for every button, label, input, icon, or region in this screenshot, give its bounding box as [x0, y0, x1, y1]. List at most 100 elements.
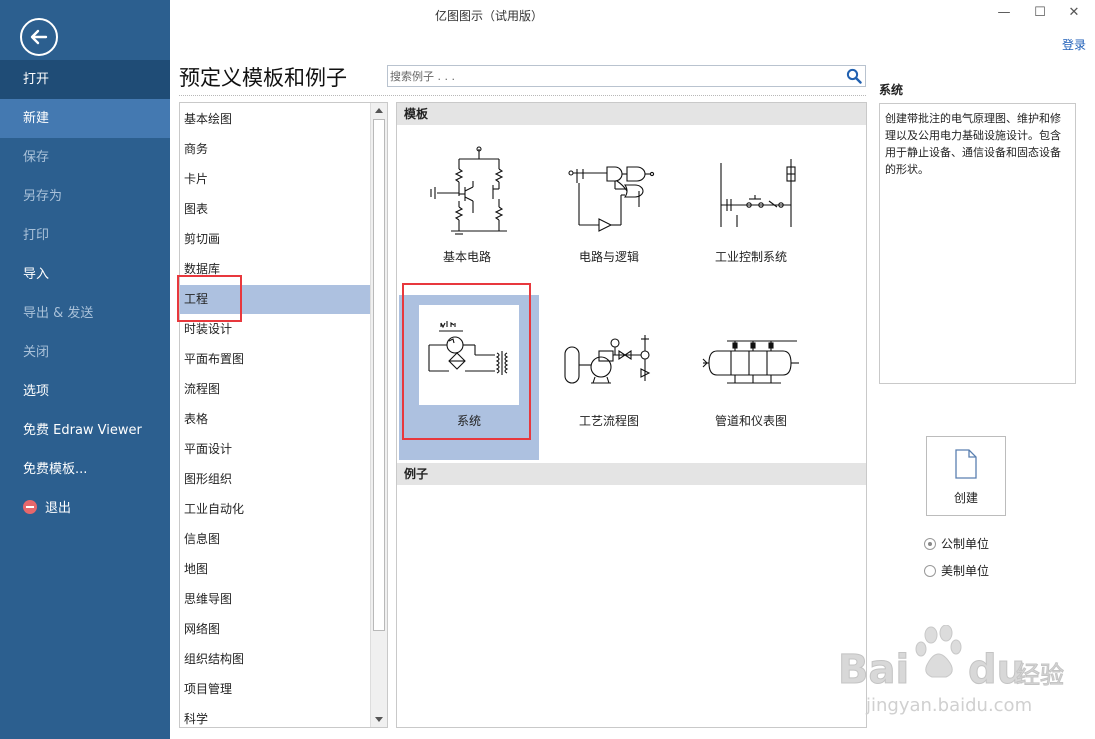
category-scrollbar[interactable] — [370, 103, 387, 727]
menu-free-templates[interactable]: 免费模板... — [0, 450, 170, 489]
menu-save-label: 保存 — [23, 150, 50, 165]
arrow-left-circle-icon — [30, 29, 48, 45]
close-window-button[interactable]: ✕ — [1059, 2, 1089, 24]
window-title: 亿图图示（试用版） — [435, 9, 544, 23]
scroll-thumb[interactable] — [373, 119, 385, 631]
template-circuit-logic[interactable]: 电路与逻辑 — [539, 131, 679, 296]
menu-save-as[interactable]: 另存为 — [0, 177, 170, 216]
template-piping-instrument[interactable]: 管道和仪表图 — [681, 295, 821, 460]
category-item[interactable]: 组织结构图 — [180, 645, 370, 674]
menu-print[interactable]: 打印 — [0, 216, 170, 255]
search-button[interactable] — [846, 68, 862, 84]
circuit-logic-thumbnail — [559, 141, 659, 241]
category-item[interactable]: 表格 — [180, 405, 370, 434]
template-industrial-control[interactable]: 工业控制系统 — [681, 131, 821, 296]
template-label: 基本电路 — [442, 250, 491, 264]
category-item[interactable]: 图形组织 — [180, 465, 370, 494]
search-box — [387, 65, 866, 87]
template-label: 工艺流程图 — [578, 414, 639, 428]
unit-us-label: 美制单位 — [941, 564, 990, 578]
category-item[interactable]: 工业自动化 — [180, 495, 370, 524]
menu-exit-label: 退出 — [45, 501, 72, 516]
description-box: 创建带批注的电气原理图、维护和修理以及公用电力基础设施设计。包含用于静止设备、通… — [879, 103, 1076, 384]
category-item-engineering[interactable]: 工程 — [180, 285, 370, 314]
menu-open-label: 打开 — [23, 72, 50, 87]
category-item[interactable]: 商务 — [180, 135, 370, 164]
backstage-sidebar: 打开 新建 保存 另存为 打印 导入 导出 & 发送 关闭 选项 免费 Edra… — [0, 0, 170, 739]
radio-icon[interactable] — [924, 538, 936, 550]
create-label: 创建 — [953, 491, 978, 505]
menu-open[interactable]: 打开 — [0, 60, 170, 99]
menu-exit[interactable]: 退出 — [0, 489, 170, 528]
category-item[interactable]: 卡片 — [180, 165, 370, 194]
menu-import-label: 导入 — [23, 267, 50, 282]
category-item[interactable]: 网络图 — [180, 615, 370, 644]
process-flow-thumbnail — [559, 305, 659, 405]
minimize-button[interactable]: — — [989, 2, 1019, 24]
watermark-service: 经验 — [1016, 661, 1064, 689]
menu-free-templates-label: 免费模板... — [23, 462, 88, 477]
maximize-button[interactable]: ☐ — [1025, 2, 1055, 24]
magnifier-icon — [846, 68, 862, 84]
piping-instrument-thumbnail — [701, 305, 801, 405]
menu-new-label: 新建 — [23, 111, 50, 126]
exit-icon — [23, 500, 37, 514]
category-item[interactable]: 平面布置图 — [180, 345, 370, 374]
industrial-control-thumbnail — [701, 141, 801, 241]
menu-save[interactable]: 保存 — [0, 138, 170, 177]
category-item[interactable]: 信息图 — [180, 525, 370, 554]
radio-icon[interactable] — [924, 565, 936, 577]
watermark-brand: Bai — [838, 647, 909, 693]
template-panel: 模板 基本电路 电路与逻辑 工业控制系统 系统 工艺流程图 管道和仪表图 例子 — [396, 102, 867, 728]
scroll-down-icon[interactable] — [373, 713, 385, 725]
category-item[interactable]: 科学 — [180, 705, 370, 734]
category-list: 基本绘图 商务 卡片 图表 剪切画 数据库 工程 时装设计 平面布置图 流程图 … — [179, 102, 388, 728]
category-item[interactable]: 思维导图 — [180, 585, 370, 614]
back-button[interactable] — [20, 18, 58, 56]
unit-metric[interactable]: 公制单位 — [924, 535, 989, 553]
template-process-flow[interactable]: 工艺流程图 — [539, 295, 679, 460]
template-label: 工业控制系统 — [714, 250, 787, 264]
category-item[interactable]: 地图 — [180, 555, 370, 584]
system-thumbnail — [419, 305, 519, 405]
menu-print-label: 打印 — [23, 228, 50, 243]
menu-options[interactable]: 选项 — [0, 372, 170, 411]
menu-free-viewer[interactable]: 免费 Edraw Viewer — [0, 411, 170, 450]
category-item[interactable]: 流程图 — [180, 375, 370, 404]
template-label: 系统 — [456, 414, 481, 428]
menu-options-label: 选项 — [23, 384, 50, 399]
menu-free-viewer-label: 免费 Edraw Viewer — [23, 423, 142, 438]
search-input[interactable] — [390, 67, 840, 85]
create-button[interactable]: 创建 — [926, 436, 1006, 516]
category-item[interactable]: 平面设计 — [180, 435, 370, 464]
category-item[interactable]: 图表 — [180, 195, 370, 224]
template-system[interactable]: 系统 — [399, 295, 539, 460]
menu-import[interactable]: 导入 — [0, 255, 170, 294]
template-label: 管道和仪表图 — [714, 414, 787, 428]
unit-us[interactable]: 美制单位 — [924, 562, 989, 580]
scroll-up-icon[interactable] — [373, 105, 385, 117]
category-item[interactable]: 时装设计 — [180, 315, 370, 344]
category-item[interactable]: 基本绘图 — [180, 105, 370, 134]
menu-save-as-label: 另存为 — [23, 189, 63, 204]
details-title: 系统 — [879, 83, 904, 97]
category-item[interactable]: 剪切画 — [180, 225, 370, 254]
unit-metric-label: 公制单位 — [941, 537, 990, 551]
menu-close[interactable]: 关闭 — [0, 333, 170, 372]
login-link[interactable]: 登录 — [1062, 36, 1086, 53]
menu-close-label: 关闭 — [23, 345, 50, 360]
menu-export-send[interactable]: 导出 & 发送 — [0, 294, 170, 333]
template-basic-circuit[interactable]: 基本电路 — [397, 131, 537, 296]
examples-section-header: 例子 — [397, 463, 866, 485]
category-item[interactable]: 项目管理 — [180, 675, 370, 704]
template-label: 电路与逻辑 — [578, 250, 639, 264]
baidu-watermark: Bai du 经验 jingyan.baidu.com — [838, 625, 1065, 716]
basic-circuit-thumbnail — [417, 141, 517, 241]
watermark-url: jingyan.baidu.com — [865, 695, 1032, 716]
menu-new[interactable]: 新建 — [0, 99, 170, 138]
new-document-icon — [955, 449, 977, 479]
templates-section-header: 模板 — [397, 103, 866, 125]
menu-export-send-label: 导出 & 发送 — [23, 306, 94, 321]
category-item[interactable]: 数据库 — [180, 255, 370, 284]
heading-divider — [179, 95, 866, 96]
